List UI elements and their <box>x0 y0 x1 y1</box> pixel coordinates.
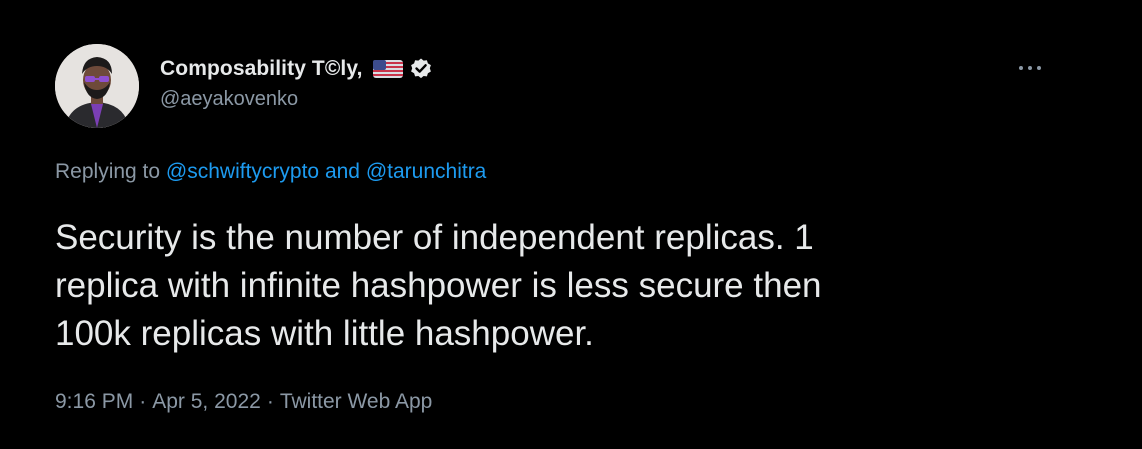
tweet-card: Composability T©ly, @aeyakovenko Replyin… <box>0 0 1142 449</box>
display-name[interactable]: Composability T©ly, <box>160 57 363 81</box>
more-options-button[interactable] <box>1014 58 1046 78</box>
tweet-text: Security is the number of independent re… <box>55 214 1015 358</box>
tweet-date[interactable]: Apr 5, 2022 <box>152 390 261 413</box>
user-handle[interactable]: @aeyakovenko <box>160 88 433 111</box>
verified-badge-icon <box>409 57 433 81</box>
us-flag-icon <box>372 59 403 79</box>
tweet-text-line: replica with infinite hashpower is less … <box>55 266 822 305</box>
tweet-text-line: 100k replicas with little hashpower. <box>55 314 594 353</box>
tweet-text-line: Security is the number of independent re… <box>55 218 814 257</box>
mention-link-tarunchitra[interactable]: @tarunchitra <box>366 160 487 183</box>
mention-link-schwiftycrypto[interactable]: @schwiftycrypto <box>166 160 319 183</box>
display-name-row: Composability T©ly, <box>160 54 433 84</box>
separator-dot: · <box>266 390 274 413</box>
tweet-source[interactable]: Twitter Web App <box>280 390 433 413</box>
tweet-metadata: 9:16 PM · Apr 5, 2022 · Twitter Web App <box>55 390 432 414</box>
avatar-image <box>55 44 139 128</box>
mention-joiner: and <box>324 160 360 183</box>
replying-to-label: Replying to <box>55 160 161 183</box>
separator-dot: · <box>139 390 147 413</box>
user-info: Composability T©ly, @aeyakovenko <box>160 54 433 111</box>
tweet-time[interactable]: 9:16 PM <box>55 390 133 413</box>
more-horizontal-icon <box>1019 66 1041 70</box>
avatar[interactable] <box>55 44 139 128</box>
replying-to: Replying to @schwiftycrypto and @tarunch… <box>55 160 486 184</box>
